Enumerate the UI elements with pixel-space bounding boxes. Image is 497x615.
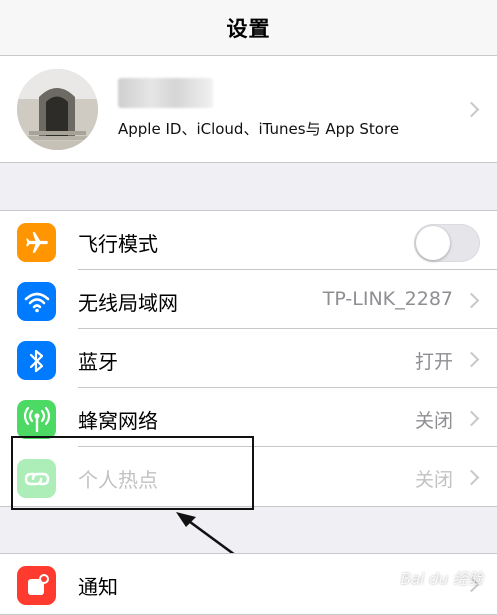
personal-hotspot-value: 关闭 xyxy=(414,469,453,491)
chevron-right-icon xyxy=(463,351,480,368)
chevron-right-icon xyxy=(463,292,480,309)
annotation-highlight-box xyxy=(11,436,254,510)
airplane-mode-label: 飞行模式 xyxy=(78,232,158,256)
cellular-icon xyxy=(17,400,56,439)
wifi-value: TP-LINK_2287 xyxy=(322,288,453,310)
chevron-right-icon xyxy=(463,101,480,118)
watermark: Bai du 经验 xyxy=(400,570,483,588)
airplane-mode-row[interactable]: 飞行模式 xyxy=(0,211,497,270)
airplane-mode-toggle[interactable] xyxy=(414,224,480,262)
airplane-icon xyxy=(17,223,56,262)
chevron-right-icon xyxy=(463,410,480,427)
apple-id-subtitle: Apple ID、iCloud、iTunes与 App Store xyxy=(118,120,400,138)
notifications-label: 通知 xyxy=(78,575,118,599)
apple-id-row[interactable]: Apple ID、iCloud、iTunes与 App Store xyxy=(0,56,497,163)
bluetooth-value: 打开 xyxy=(414,351,453,373)
cellular-value: 关闭 xyxy=(414,410,453,432)
toggle-knob xyxy=(416,226,450,260)
page-title: 设置 xyxy=(226,16,271,41)
avatar xyxy=(17,69,98,150)
bluetooth-row[interactable]: 蓝牙 打开 xyxy=(0,329,497,388)
bluetooth-label: 蓝牙 xyxy=(78,350,118,374)
cellular-label: 蜂窝网络 xyxy=(78,409,158,433)
wifi-icon xyxy=(17,282,56,321)
notification-icon xyxy=(17,566,56,605)
wifi-row[interactable]: 无线局域网 TP-LINK_2287 xyxy=(0,270,497,329)
wifi-label: 无线局域网 xyxy=(78,291,178,315)
chevron-right-icon xyxy=(463,469,480,486)
blurred-account-name xyxy=(118,78,213,108)
nav-bar: 设置 xyxy=(0,0,497,56)
bluetooth-icon xyxy=(17,341,56,380)
